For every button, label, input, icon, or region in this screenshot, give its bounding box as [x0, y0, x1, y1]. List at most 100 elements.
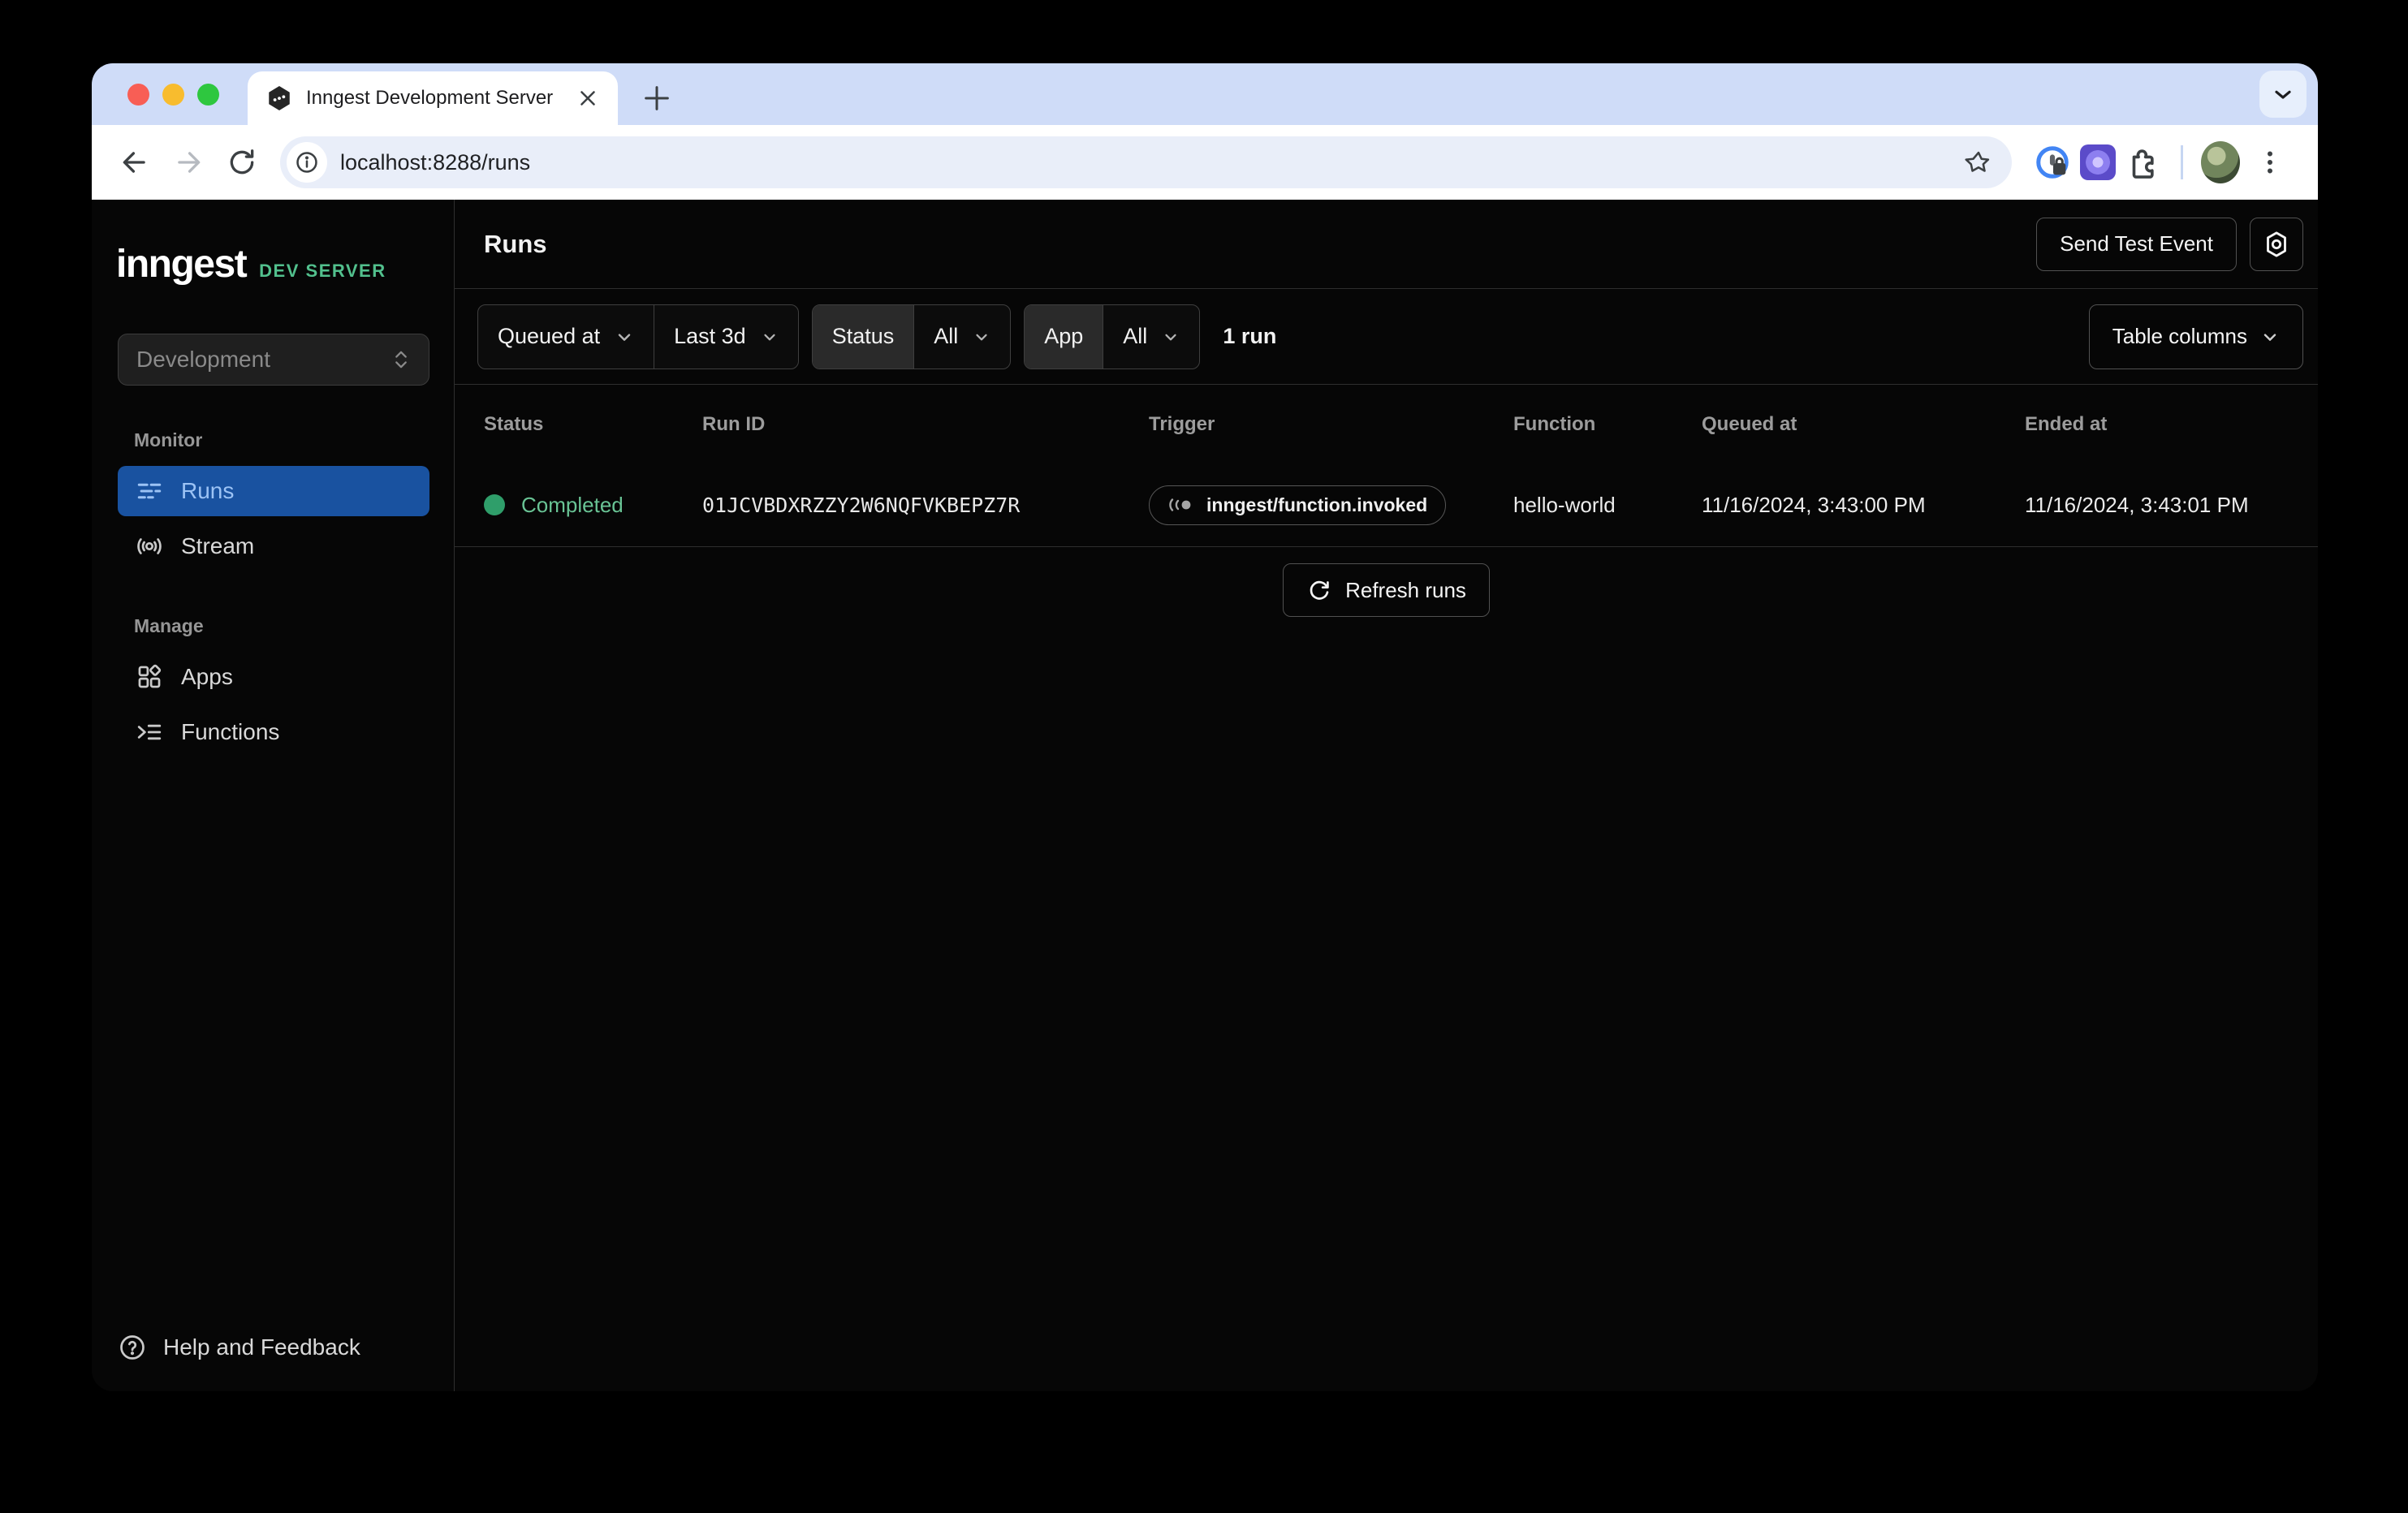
section-label-monitor: Monitor: [134, 429, 454, 451]
tab-close-icon[interactable]: [576, 86, 600, 110]
refresh-runs-button[interactable]: Refresh runs: [1283, 563, 1490, 617]
window-zoom-button[interactable]: [197, 84, 219, 106]
table-columns-button[interactable]: Table columns: [2089, 304, 2303, 369]
help-icon: [118, 1333, 147, 1362]
functions-icon: [136, 718, 163, 746]
gear-icon: [2262, 230, 2291, 259]
column-header-run-id: Run ID: [702, 413, 1149, 436]
refresh-icon: [1306, 577, 1332, 603]
run-function: hello-world: [1513, 493, 1702, 518]
sidebar-item-runs[interactable]: Runs: [118, 466, 429, 516]
browser-tab-strip: Inngest Development Server: [92, 63, 2318, 125]
apps-icon: [136, 663, 163, 691]
chevron-down-icon: [2260, 327, 2280, 347]
site-info-icon[interactable]: [287, 142, 327, 183]
status-filter-label: Status: [813, 305, 914, 369]
event-signal-icon: [1167, 494, 1195, 515]
tab-title: Inngest Development Server: [306, 87, 563, 110]
column-header-trigger: Trigger: [1149, 413, 1513, 436]
status-filter-value: All: [934, 324, 958, 349]
column-header-ended-at: Ended at: [2025, 413, 2318, 436]
time-field-dropdown[interactable]: Queued at: [478, 305, 654, 369]
app-filter-control: App All: [1024, 304, 1200, 369]
runs-icon: [136, 477, 163, 505]
profile-avatar[interactable]: [2201, 143, 2240, 182]
status-filter-control: Status All: [812, 304, 1012, 369]
password-manager-extension-icon[interactable]: [2033, 143, 2072, 182]
filter-bar: Queued at Last 3d: [455, 289, 2318, 385]
back-button[interactable]: [111, 139, 158, 186]
chevron-down-icon: [615, 327, 634, 347]
forward-button[interactable]: [165, 139, 212, 186]
bookmark-star-icon[interactable]: [1965, 149, 1992, 176]
environment-value: Development: [136, 347, 270, 373]
browser-window: Inngest Development Server: [92, 63, 2318, 1391]
url-text: localhost:8288/runs: [340, 150, 530, 175]
trigger-event-badge[interactable]: inngest/function.invoked: [1149, 485, 1446, 525]
time-filter-control: Queued at Last 3d: [477, 304, 799, 369]
column-header-status: Status: [484, 413, 702, 436]
run-ended-at: 11/16/2024, 3:43:01 PM: [2025, 493, 2318, 518]
time-field-value: Queued at: [498, 324, 600, 349]
send-test-event-label: Send Test Event: [2060, 231, 2213, 256]
sidebar-item-label: Functions: [181, 719, 279, 745]
browser-toolbar: localhost:8288/runs: [92, 125, 2318, 200]
settings-button[interactable]: [2250, 218, 2303, 271]
send-test-event-button[interactable]: Send Test Event: [2036, 218, 2237, 271]
run-queued-at: 11/16/2024, 3:43:00 PM: [1702, 493, 2025, 518]
refresh-runs-label: Refresh runs: [1345, 578, 1466, 603]
address-bar[interactable]: localhost:8288/runs: [280, 136, 2012, 188]
run-table-row[interactable]: Completed 01JCVBDXRZZY2W6NQFVKBEPZ7R inn…: [455, 463, 2318, 547]
window-minimize-button[interactable]: [162, 84, 184, 106]
column-header-queued-at: Queued at: [1702, 413, 2025, 436]
reload-button[interactable]: [218, 139, 265, 186]
sidebar-item-functions[interactable]: Functions: [118, 707, 429, 757]
help-label: Help and Feedback: [163, 1334, 360, 1360]
run-id: 01JCVBDXRZZY2W6NQFVKBEPZ7R: [702, 494, 1149, 517]
window-controls: [127, 63, 219, 125]
trigger-event-name: inngest/function.invoked: [1206, 494, 1427, 516]
sidebar-item-apps[interactable]: Apps: [118, 652, 429, 702]
environment-select[interactable]: Development: [118, 334, 429, 386]
help-and-feedback[interactable]: Help and Feedback: [118, 1333, 454, 1362]
table-columns-label: Table columns: [2112, 324, 2247, 349]
chevron-down-icon: [761, 328, 779, 346]
run-status: Completed: [521, 493, 624, 518]
tab-search-chevron-icon[interactable]: [2259, 71, 2307, 118]
inngest-favicon-icon: [265, 84, 293, 112]
desktop-background: Inngest Development Server: [0, 0, 2408, 1513]
dev-server-badge: DEV SERVER: [259, 261, 386, 282]
app-filter-value: All: [1123, 324, 1147, 349]
column-header-function: Function: [1513, 413, 1702, 436]
app-content: inngest DEV SERVER Development Monitor R…: [92, 200, 2318, 1391]
inngest-logo: inngest: [116, 242, 246, 287]
browser-menu-icon[interactable]: [2246, 139, 2294, 186]
app-filter-label: App: [1025, 305, 1103, 369]
sidebar-item-stream[interactable]: Stream: [118, 521, 429, 571]
chevron-down-icon: [1162, 328, 1180, 346]
time-range-dropdown[interactable]: Last 3d: [654, 305, 798, 369]
browser-extension-badge-icon[interactable]: [2078, 143, 2117, 182]
stream-icon: [136, 532, 163, 560]
page-header: Runs Send Test Event: [455, 200, 2318, 289]
extensions-puzzle-icon[interactable]: [2124, 143, 2163, 182]
sidebar-item-label: Apps: [181, 664, 233, 690]
main-panel: Runs Send Test Event: [455, 200, 2318, 1391]
app-filter-dropdown[interactable]: All: [1103, 305, 1199, 369]
browser-tab[interactable]: Inngest Development Server: [248, 71, 618, 125]
section-label-manage: Manage: [134, 615, 454, 637]
table-header: Status Run ID Trigger Function Queued at…: [455, 385, 2318, 463]
status-dot-completed: [484, 494, 505, 515]
run-count: 1 run: [1223, 324, 1276, 349]
toolbar-divider: [2181, 145, 2183, 179]
window-close-button[interactable]: [127, 84, 149, 106]
sidebar: inngest DEV SERVER Development Monitor R…: [92, 200, 455, 1391]
time-range-value: Last 3d: [674, 324, 746, 349]
new-tab-button[interactable]: [641, 75, 688, 122]
chevron-down-icon: [973, 328, 990, 346]
sidebar-item-label: Stream: [181, 533, 254, 559]
status-filter-dropdown[interactable]: All: [913, 305, 1010, 369]
page-title: Runs: [484, 230, 547, 259]
sidebar-item-label: Runs: [181, 478, 234, 504]
select-updown-icon: [391, 347, 411, 373]
